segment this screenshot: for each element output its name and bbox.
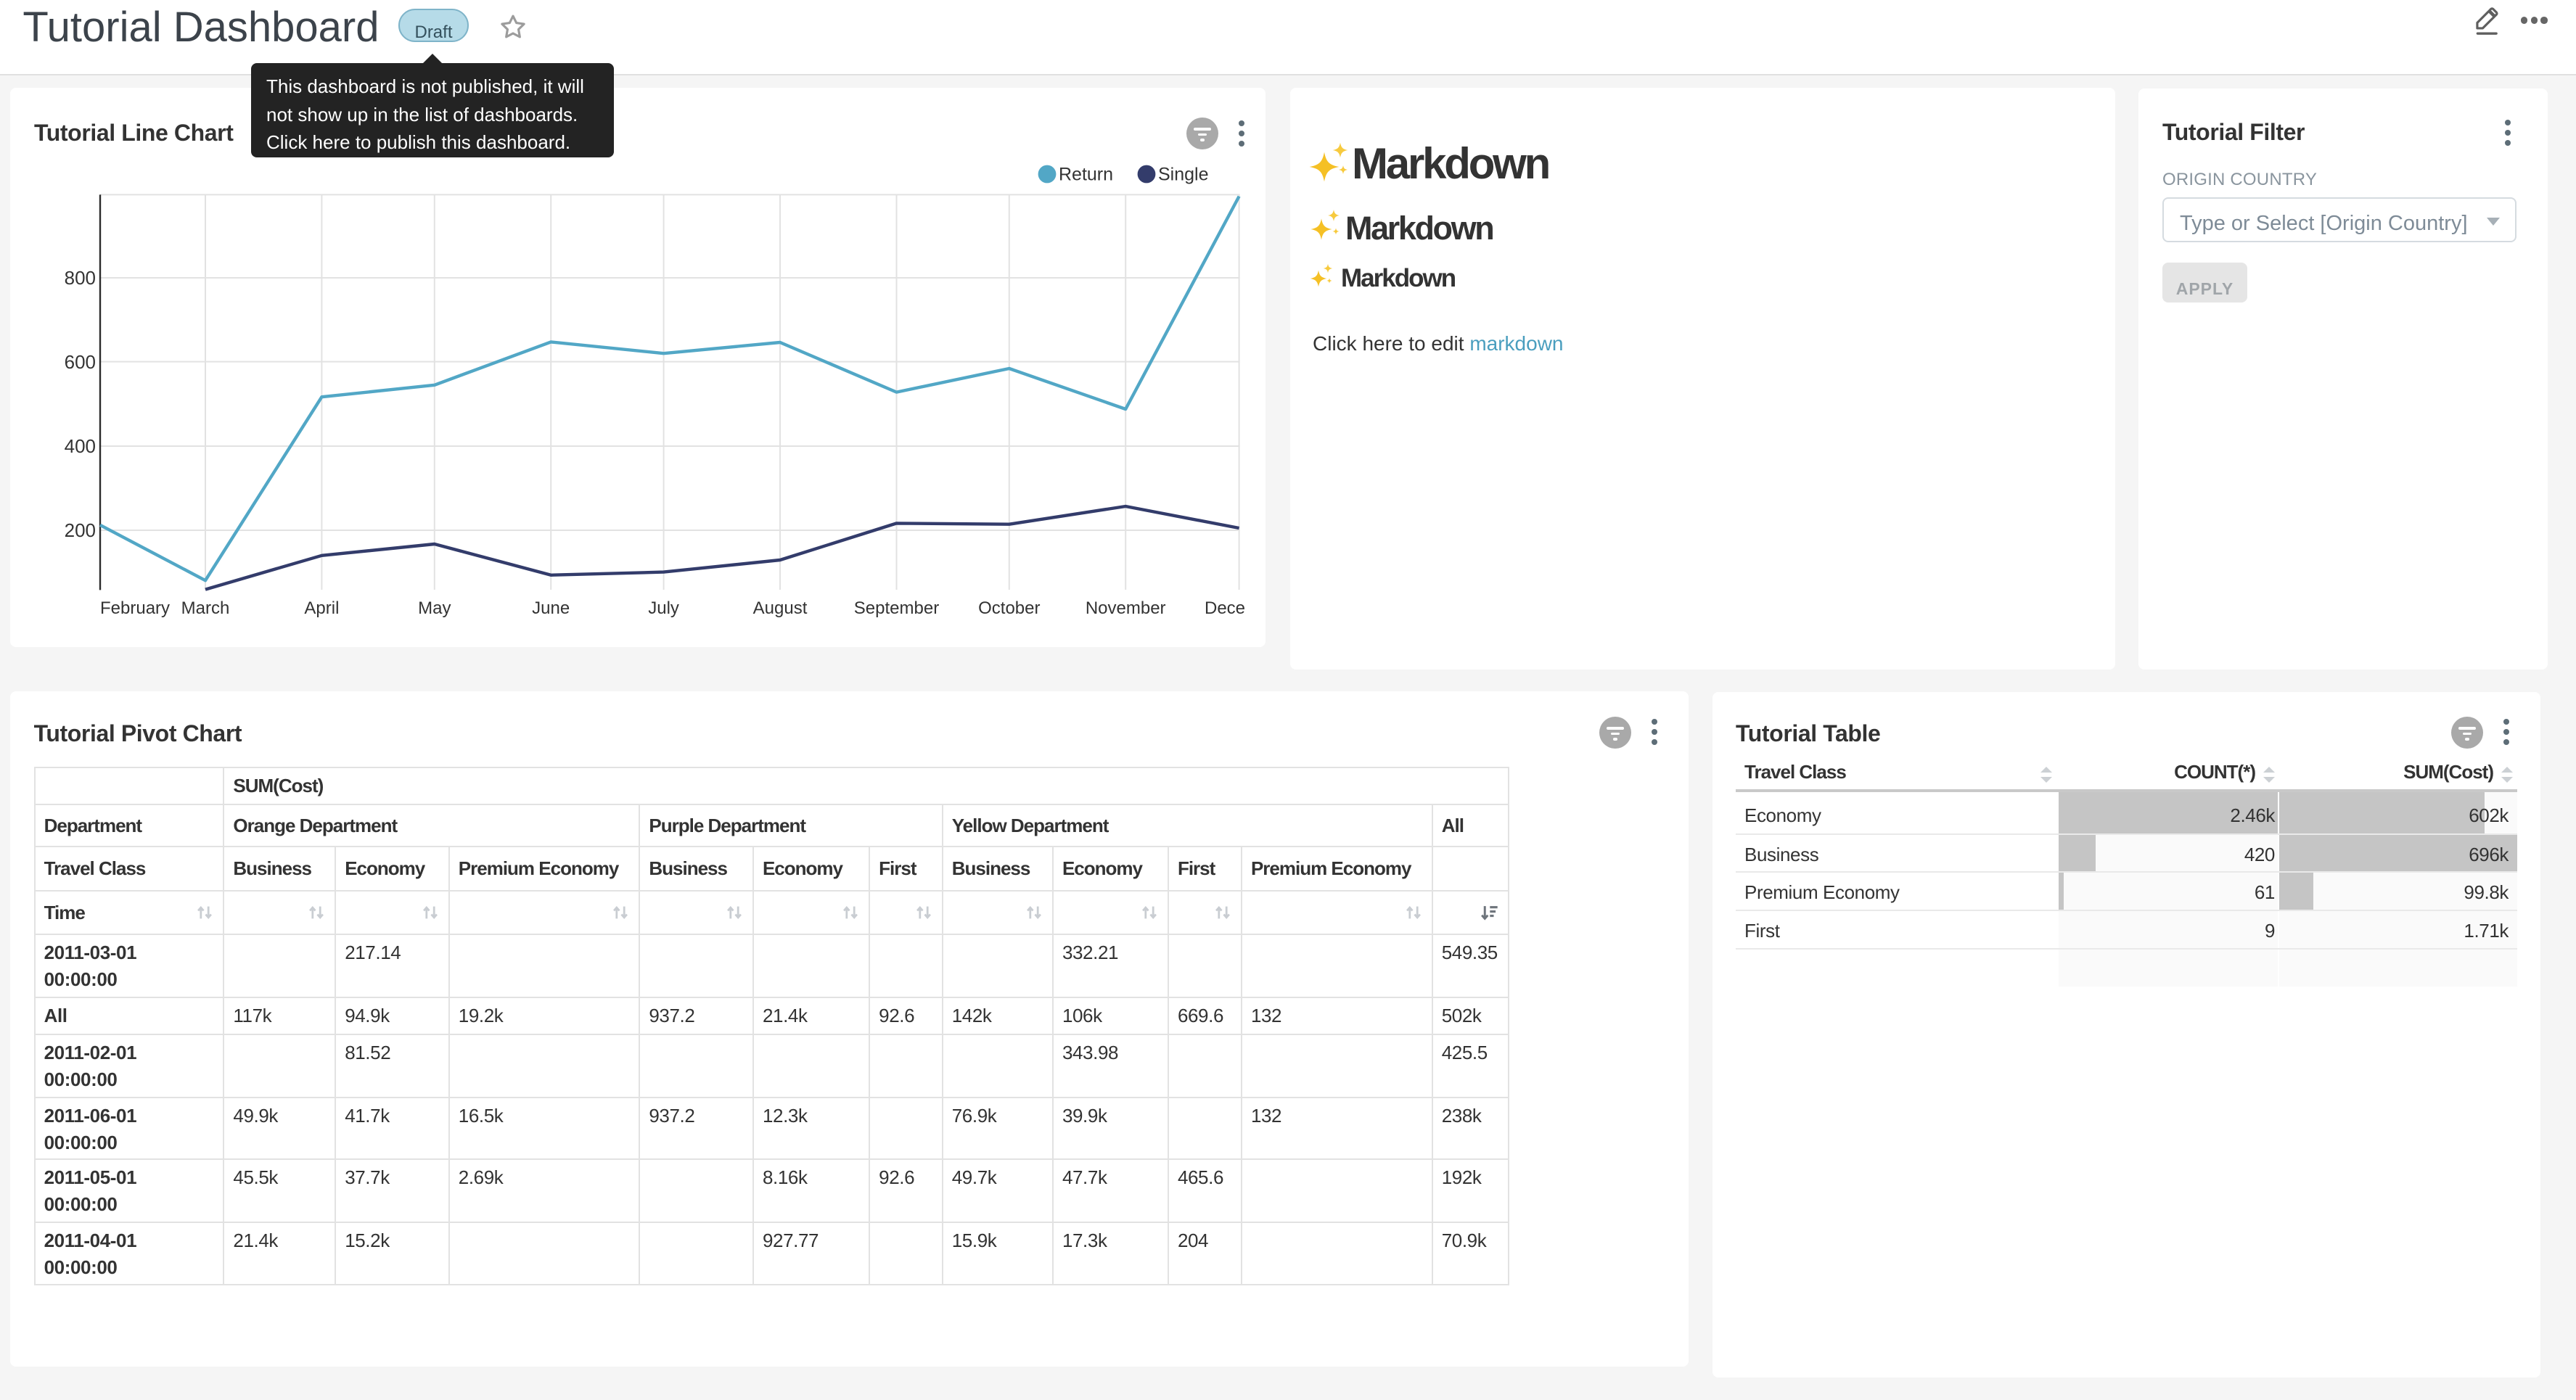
svg-text:November: November	[1086, 598, 1166, 618]
svg-text:September: September	[854, 598, 939, 618]
svg-text:March: March	[181, 598, 230, 618]
svg-text:Single: Single	[1158, 165, 1209, 185]
svg-text:April: April	[304, 598, 339, 618]
svg-text:May: May	[418, 598, 451, 618]
svg-text:July: July	[648, 598, 679, 618]
svg-text:October: October	[978, 598, 1040, 618]
svg-text:Return: Return	[1059, 165, 1113, 185]
svg-text:February: February	[100, 598, 170, 618]
svg-text:400: 400	[65, 435, 96, 457]
svg-text:200: 200	[65, 519, 96, 541]
svg-text:June: June	[532, 598, 570, 618]
svg-text:August: August	[753, 598, 808, 618]
svg-text:Dece: Dece	[1205, 598, 1245, 618]
svg-text:800: 800	[65, 267, 96, 289]
svg-text:600: 600	[65, 351, 96, 373]
